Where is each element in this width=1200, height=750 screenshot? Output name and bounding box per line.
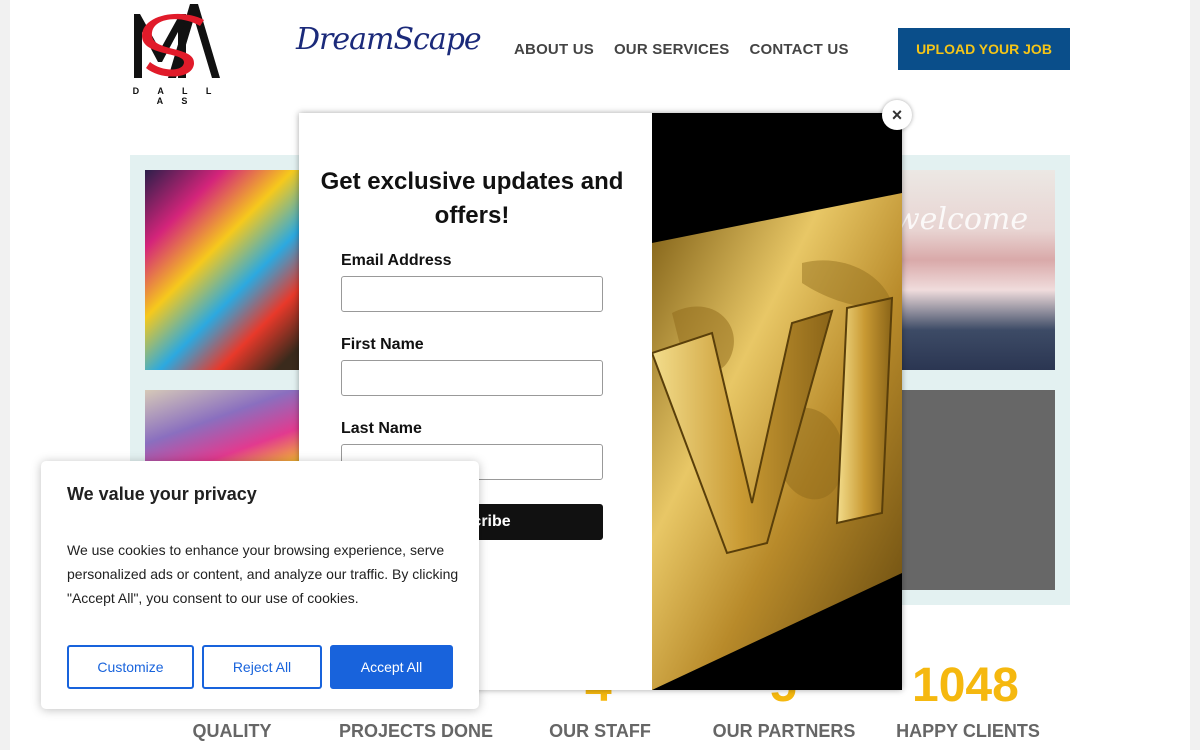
welcome-sign-text: welcome <box>894 202 1029 237</box>
popup-title: Get exclusive updates and offers! <box>320 168 624 229</box>
gallery-image-placeholder[interactable] <box>890 390 1055 590</box>
customize-button[interactable]: Customize <box>67 645 194 689</box>
cookie-text: We use cookies to enhance your browsing … <box>67 542 459 606</box>
upload-job-button[interactable]: UPLOAD YOUR JOB <box>898 28 1070 70</box>
close-icon[interactable]: × <box>882 100 912 130</box>
stat-label-partners: OUR PARTNERS <box>712 721 856 741</box>
accept-all-button[interactable]: Accept All <box>330 645 453 689</box>
vip-gold-graphic-icon <box>652 193 902 690</box>
email-label: Email Address <box>341 252 452 269</box>
stat-label-projects: PROJECTS DONE <box>338 721 494 741</box>
cookie-consent-banner: We value your privacy We use cookies to … <box>41 461 479 709</box>
first-name-field[interactable] <box>341 360 603 396</box>
nav-our-services[interactable]: OUR SERVICES <box>614 41 730 58</box>
main-nav: ABOUT US OUR SERVICES CONTACT US <box>514 41 849 58</box>
nav-about-us[interactable]: ABOUT US <box>514 41 594 58</box>
cookie-title: We value your privacy <box>67 484 257 504</box>
first-name-label: First Name <box>341 336 424 353</box>
dreamscape-logo[interactable]: DreamScape <box>296 22 482 57</box>
nav-contact-us[interactable]: CONTACT US <box>749 41 848 58</box>
logo-subtitle: D A L L A S <box>132 86 220 106</box>
email-field[interactable] <box>341 276 603 312</box>
stat-label-clients: HAPPY CLIENTS <box>896 721 1040 741</box>
vip-promo-image <box>652 113 902 690</box>
reject-all-button[interactable]: Reject All <box>202 645 322 689</box>
sma-dallas-logo[interactable]: D A L L A S <box>130 0 222 106</box>
stat-value-clients: 1048 <box>912 659 1019 712</box>
sma-logo-mark-icon <box>134 4 220 78</box>
last-name-label: Last Name <box>341 420 422 437</box>
stat-label-quality: QUALITY <box>192 721 272 741</box>
stat-label-staff: OUR STAFF <box>549 721 651 741</box>
gallery-image-welcome-sign[interactable]: welcome <box>890 170 1055 370</box>
